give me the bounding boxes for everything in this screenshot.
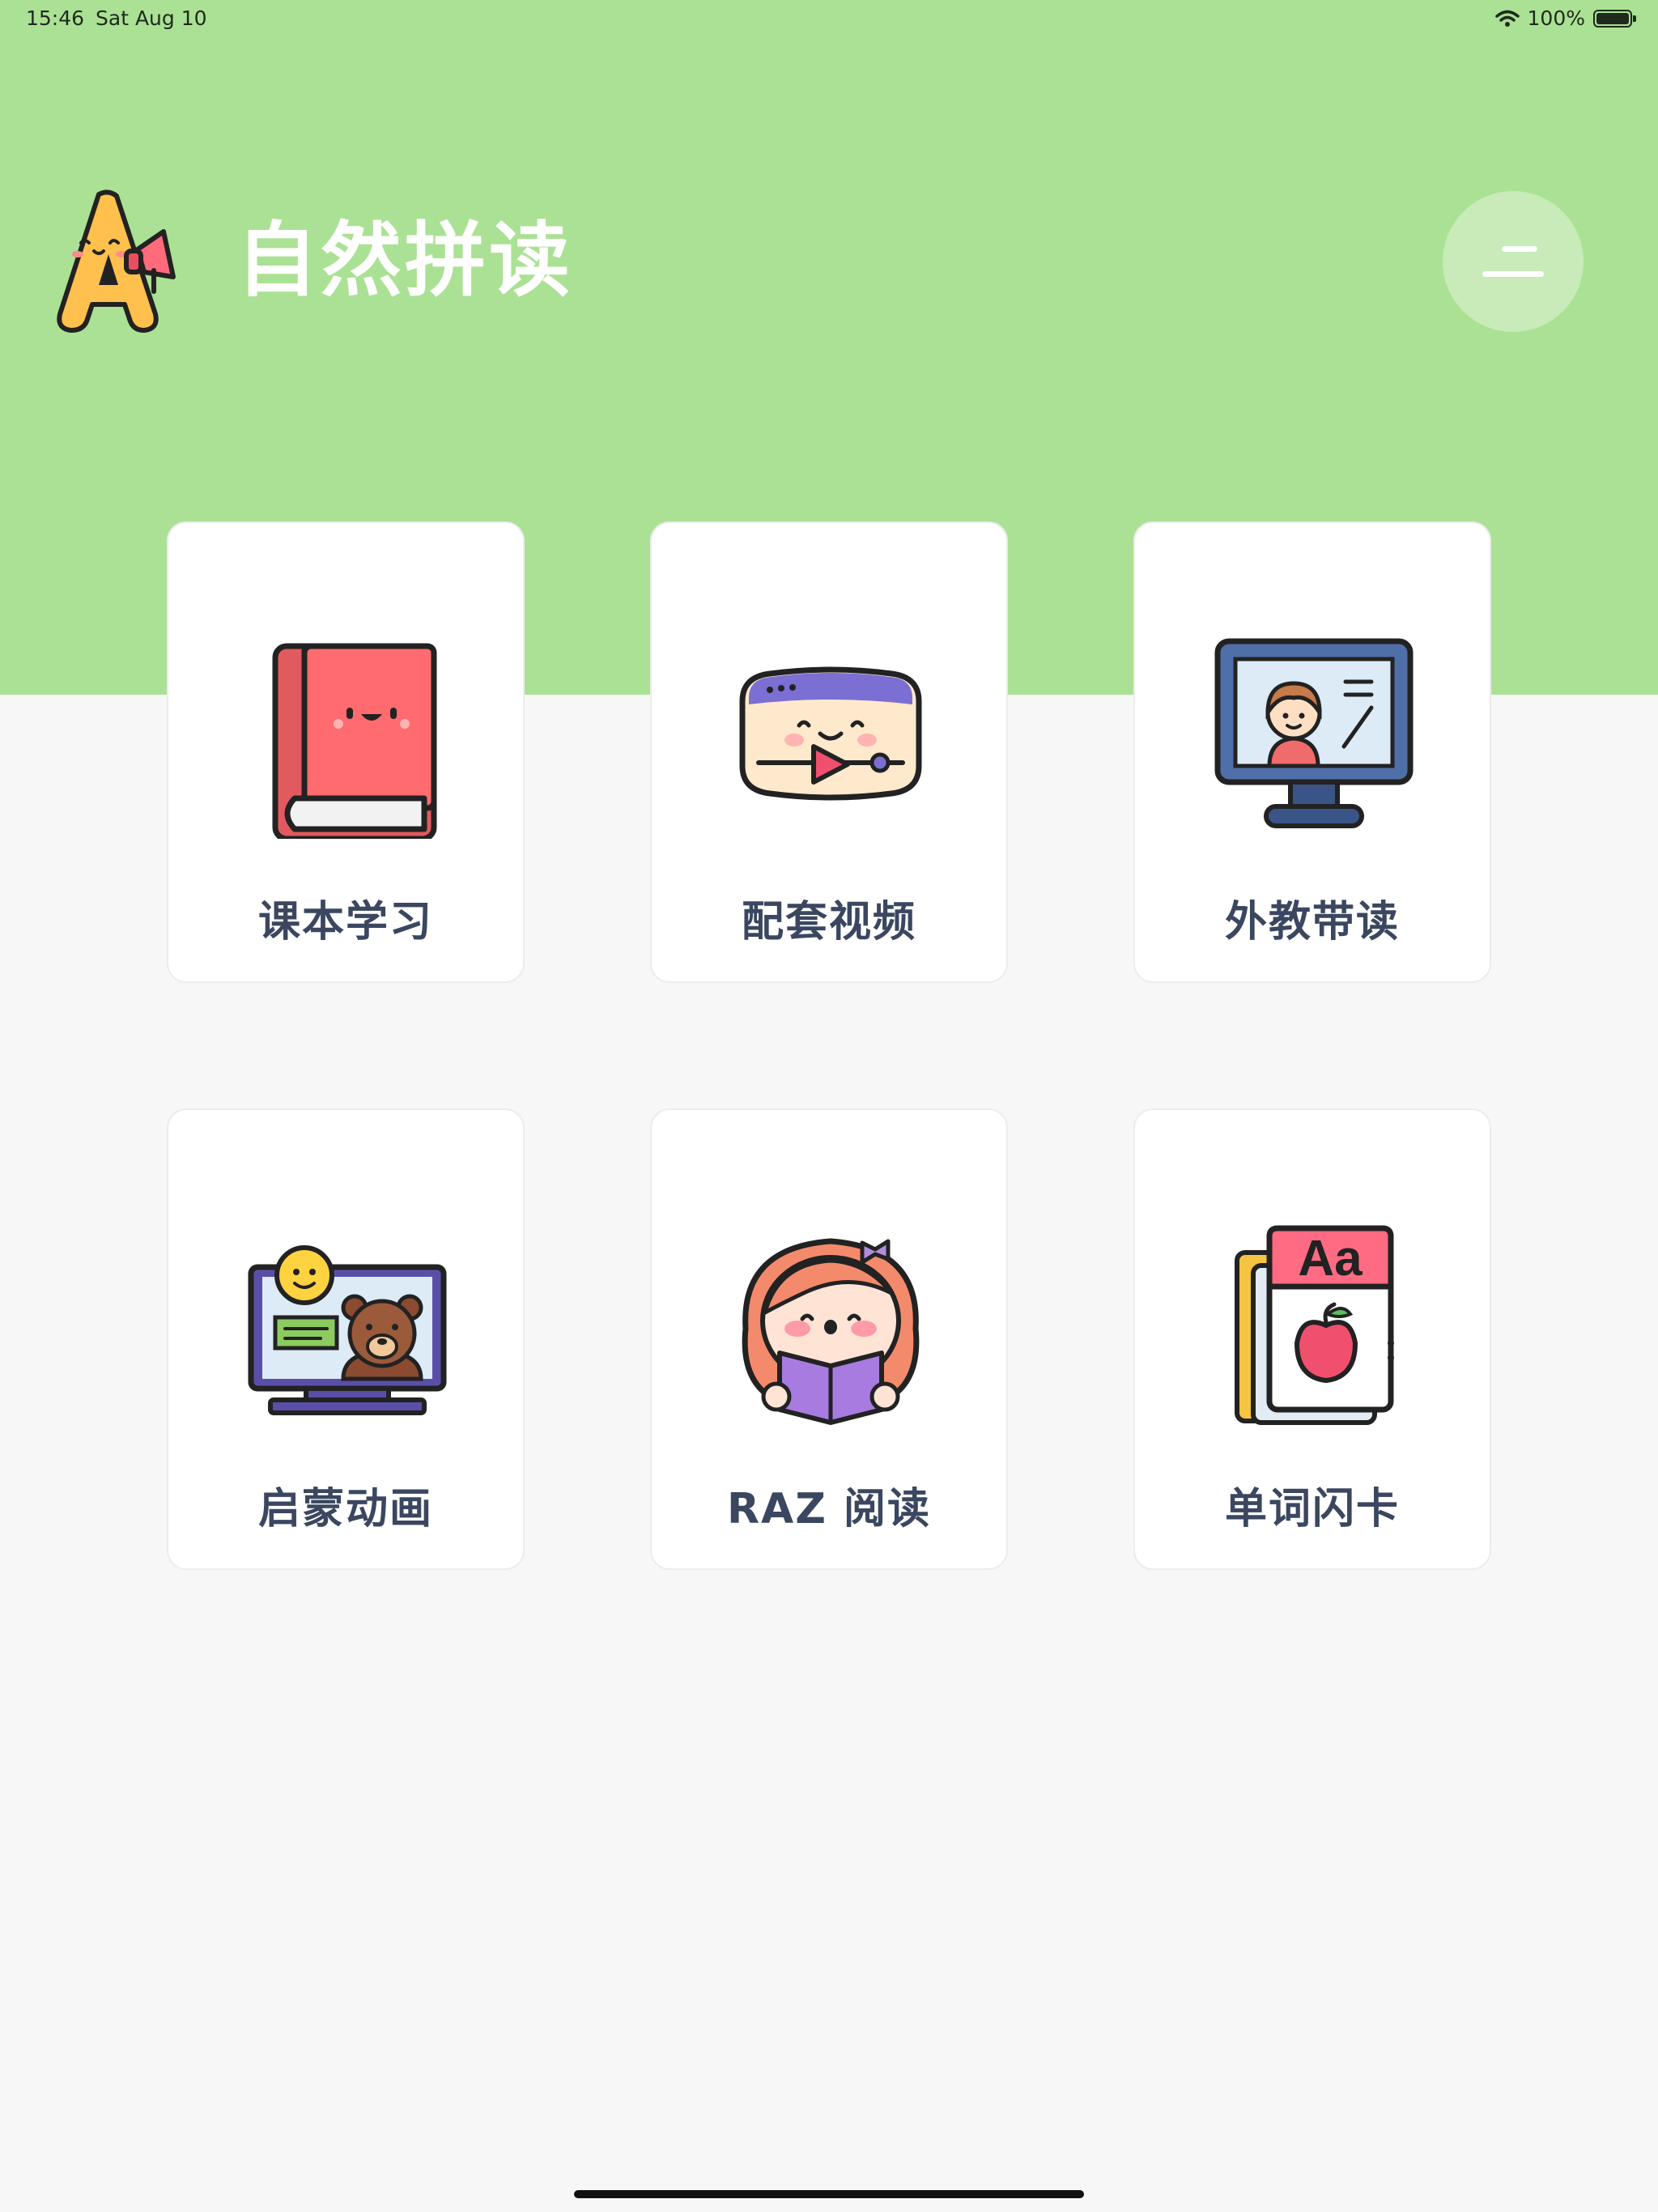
- girl-reading-icon: [729, 1223, 932, 1426]
- video-player-icon: [729, 636, 932, 839]
- menu-icon-bar: [1482, 271, 1544, 277]
- menu-icon: [1502, 246, 1537, 252]
- card-label: 外教带读: [1224, 898, 1400, 946]
- card-enlightenment-animation[interactable]: 启蒙动画: [167, 1108, 525, 1570]
- app-title: 自然拼读: [236, 213, 573, 308]
- home-indicator[interactable]: [574, 2190, 1084, 2198]
- card-label: 单词闪卡: [1224, 1485, 1400, 1534]
- online-teacher-icon: [1213, 636, 1415, 839]
- status-date: Sat Aug 10: [96, 6, 207, 30]
- card-label: 启蒙动画: [257, 1485, 433, 1534]
- battery-percent: 100%: [1527, 6, 1585, 30]
- status-bar: 15:46 Sat Aug 10 100%: [0, 0, 1658, 39]
- card-word-flashcards[interactable]: Aa 单词闪卡: [1133, 1108, 1491, 1570]
- cartoon-monitor-icon: [246, 1223, 449, 1426]
- status-right: 100%: [1494, 6, 1636, 30]
- textbook-icon: [246, 636, 449, 842]
- flashcard-text: Aa: [1298, 1231, 1363, 1287]
- card-textbook-study[interactable]: 课本学习: [167, 521, 525, 983]
- card-label: RAZ 阅读: [726, 1485, 932, 1534]
- menu-button[interactable]: [1443, 191, 1584, 332]
- wifi-icon: [1494, 10, 1520, 28]
- card-label: 配套视频: [741, 898, 916, 946]
- card-supporting-video[interactable]: 配套视频: [650, 521, 1008, 983]
- card-raz-reading[interactable]: RAZ 阅读: [650, 1108, 1008, 1570]
- battery-icon: [1593, 9, 1636, 28]
- status-time: 15:46: [26, 6, 85, 30]
- word-flashcard-icon: Aa: [1213, 1223, 1415, 1426]
- card-teacher-reading[interactable]: 外教带读: [1133, 521, 1491, 983]
- card-label: 课本学习: [257, 898, 433, 946]
- letter-a-megaphone-icon: [42, 186, 192, 336]
